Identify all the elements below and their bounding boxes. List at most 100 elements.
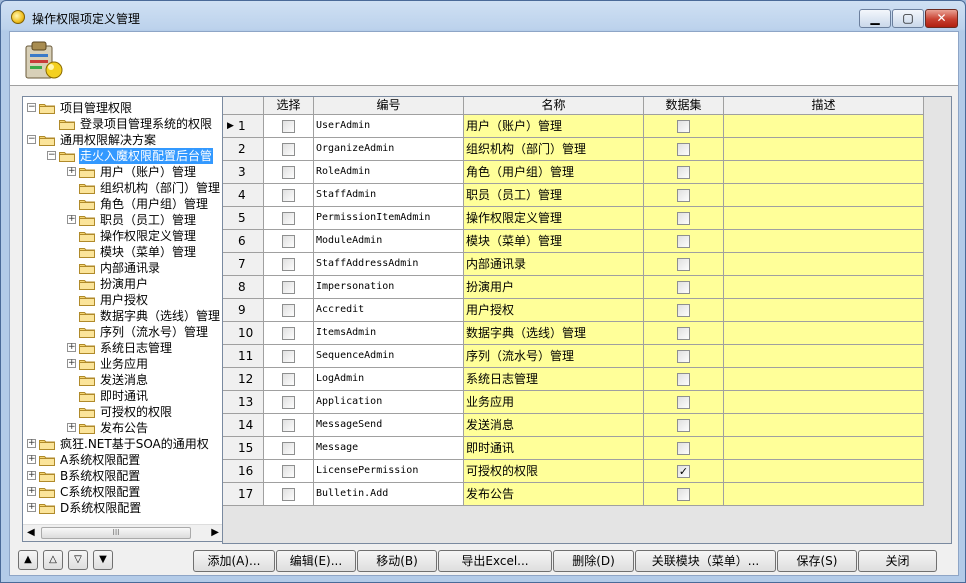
select-checkbox[interactable] <box>282 166 295 179</box>
row-header[interactable]: 2 <box>223 138 264 161</box>
code-cell[interactable]: PermissionItemAdmin <box>314 207 464 230</box>
select-cell[interactable] <box>264 299 314 322</box>
description-cell[interactable] <box>724 184 924 207</box>
maximize-button[interactable]: ▢ <box>892 9 924 28</box>
name-cell[interactable]: 扮演用户 <box>464 276 644 299</box>
dataset-cell[interactable] <box>644 253 724 276</box>
select-checkbox[interactable] <box>282 327 295 340</box>
code-cell[interactable]: Impersonation <box>314 276 464 299</box>
row-header[interactable]: 12 <box>223 368 264 391</box>
dataset-cell[interactable] <box>644 391 724 414</box>
expand-icon[interactable]: + <box>67 167 76 176</box>
code-cell[interactable]: Bulletin.Add <box>314 483 464 506</box>
code-cell[interactable]: Message <box>314 437 464 460</box>
dataset-cell[interactable] <box>644 207 724 230</box>
name-cell[interactable]: 角色（用户组）管理 <box>464 161 644 184</box>
row-header[interactable]: 15 <box>223 437 264 460</box>
column-header-code[interactable]: 编号 <box>314 97 464 115</box>
row-header[interactable]: 16 <box>223 460 264 483</box>
description-cell[interactable] <box>724 483 924 506</box>
select-cell[interactable] <box>264 368 314 391</box>
name-cell[interactable]: 模块（菜单）管理 <box>464 230 644 253</box>
description-cell[interactable] <box>724 115 924 138</box>
edit-button[interactable]: 编辑(E)... <box>276 550 356 572</box>
select-cell[interactable] <box>264 391 314 414</box>
row-header[interactable]: 11 <box>223 345 264 368</box>
select-cell[interactable] <box>264 230 314 253</box>
move-bottom-button[interactable]: ▼ <box>93 550 113 570</box>
select-cell[interactable] <box>264 460 314 483</box>
dataset-cell[interactable] <box>644 322 724 345</box>
select-checkbox[interactable] <box>282 465 295 478</box>
row-header[interactable]: 13 <box>223 391 264 414</box>
description-cell[interactable] <box>724 276 924 299</box>
description-cell[interactable] <box>724 253 924 276</box>
description-cell[interactable] <box>724 460 924 483</box>
code-cell[interactable]: RoleAdmin <box>314 161 464 184</box>
name-cell[interactable]: 业务应用 <box>464 391 644 414</box>
expand-icon[interactable]: + <box>67 423 76 432</box>
delete-button[interactable]: 删除(D) <box>553 550 634 572</box>
export-excel-button[interactable]: 导出Excel... <box>438 550 552 572</box>
dataset-checkbox[interactable] <box>677 350 690 363</box>
scroll-left-icon[interactable]: ◀ <box>27 527 35 538</box>
name-cell[interactable]: 数据字典（选线）管理 <box>464 322 644 345</box>
select-checkbox[interactable] <box>282 350 295 363</box>
select-checkbox[interactable] <box>282 258 295 271</box>
select-checkbox[interactable] <box>282 120 295 133</box>
select-cell[interactable] <box>264 184 314 207</box>
code-cell[interactable]: MessageSend <box>314 414 464 437</box>
dataset-checkbox[interactable] <box>677 166 690 179</box>
select-checkbox[interactable] <box>282 189 295 202</box>
name-cell[interactable]: 用户（账户）管理 <box>464 115 644 138</box>
collapse-icon[interactable]: − <box>27 135 36 144</box>
move-top-button[interactable]: ▲ <box>18 550 38 570</box>
code-cell[interactable]: UserAdmin <box>314 115 464 138</box>
select-cell[interactable] <box>264 138 314 161</box>
move-button[interactable]: 移动(B) <box>357 550 437 572</box>
code-cell[interactable]: OrganizeAdmin <box>314 138 464 161</box>
dataset-cell[interactable] <box>644 483 724 506</box>
select-cell[interactable] <box>264 253 314 276</box>
name-cell[interactable]: 操作权限定义管理 <box>464 207 644 230</box>
dataset-cell[interactable] <box>644 368 724 391</box>
row-header[interactable]: 7 <box>223 253 264 276</box>
column-header-select[interactable]: 选择 <box>264 97 314 115</box>
row-header[interactable]: 14 <box>223 414 264 437</box>
expand-icon[interactable]: + <box>27 471 36 480</box>
select-checkbox[interactable] <box>282 396 295 409</box>
dataset-checkbox[interactable] <box>677 327 690 340</box>
expand-icon[interactable]: + <box>67 343 76 352</box>
dataset-checkbox[interactable]: ✓ <box>677 465 690 478</box>
select-cell[interactable] <box>264 207 314 230</box>
name-cell[interactable]: 即时通讯 <box>464 437 644 460</box>
select-cell[interactable] <box>264 322 314 345</box>
scroll-right-icon[interactable]: ▶ <box>211 527 219 538</box>
description-cell[interactable] <box>724 230 924 253</box>
description-cell[interactable] <box>724 414 924 437</box>
dataset-checkbox[interactable] <box>677 396 690 409</box>
related-module-button[interactable]: 关联模块（菜单）... <box>635 550 776 572</box>
select-checkbox[interactable] <box>282 212 295 225</box>
column-header-dataset[interactable]: 数据集 <box>644 97 724 115</box>
description-cell[interactable] <box>724 368 924 391</box>
select-checkbox[interactable] <box>282 143 295 156</box>
select-checkbox[interactable] <box>282 419 295 432</box>
dataset-checkbox[interactable] <box>677 189 690 202</box>
row-header[interactable]: 3 <box>223 161 264 184</box>
expand-icon[interactable]: + <box>67 359 76 368</box>
name-cell[interactable]: 序列（流水号）管理 <box>464 345 644 368</box>
select-checkbox[interactable] <box>282 235 295 248</box>
dataset-cell[interactable] <box>644 161 724 184</box>
description-cell[interactable] <box>724 138 924 161</box>
dataset-checkbox[interactable] <box>677 419 690 432</box>
dataset-checkbox[interactable] <box>677 488 690 501</box>
select-checkbox[interactable] <box>282 442 295 455</box>
select-cell[interactable] <box>264 161 314 184</box>
dataset-cell[interactable]: ✓ <box>644 460 724 483</box>
dataset-cell[interactable] <box>644 115 724 138</box>
row-header[interactable]: 10 <box>223 322 264 345</box>
dataset-cell[interactable] <box>644 345 724 368</box>
name-cell[interactable]: 发送消息 <box>464 414 644 437</box>
select-checkbox[interactable] <box>282 281 295 294</box>
